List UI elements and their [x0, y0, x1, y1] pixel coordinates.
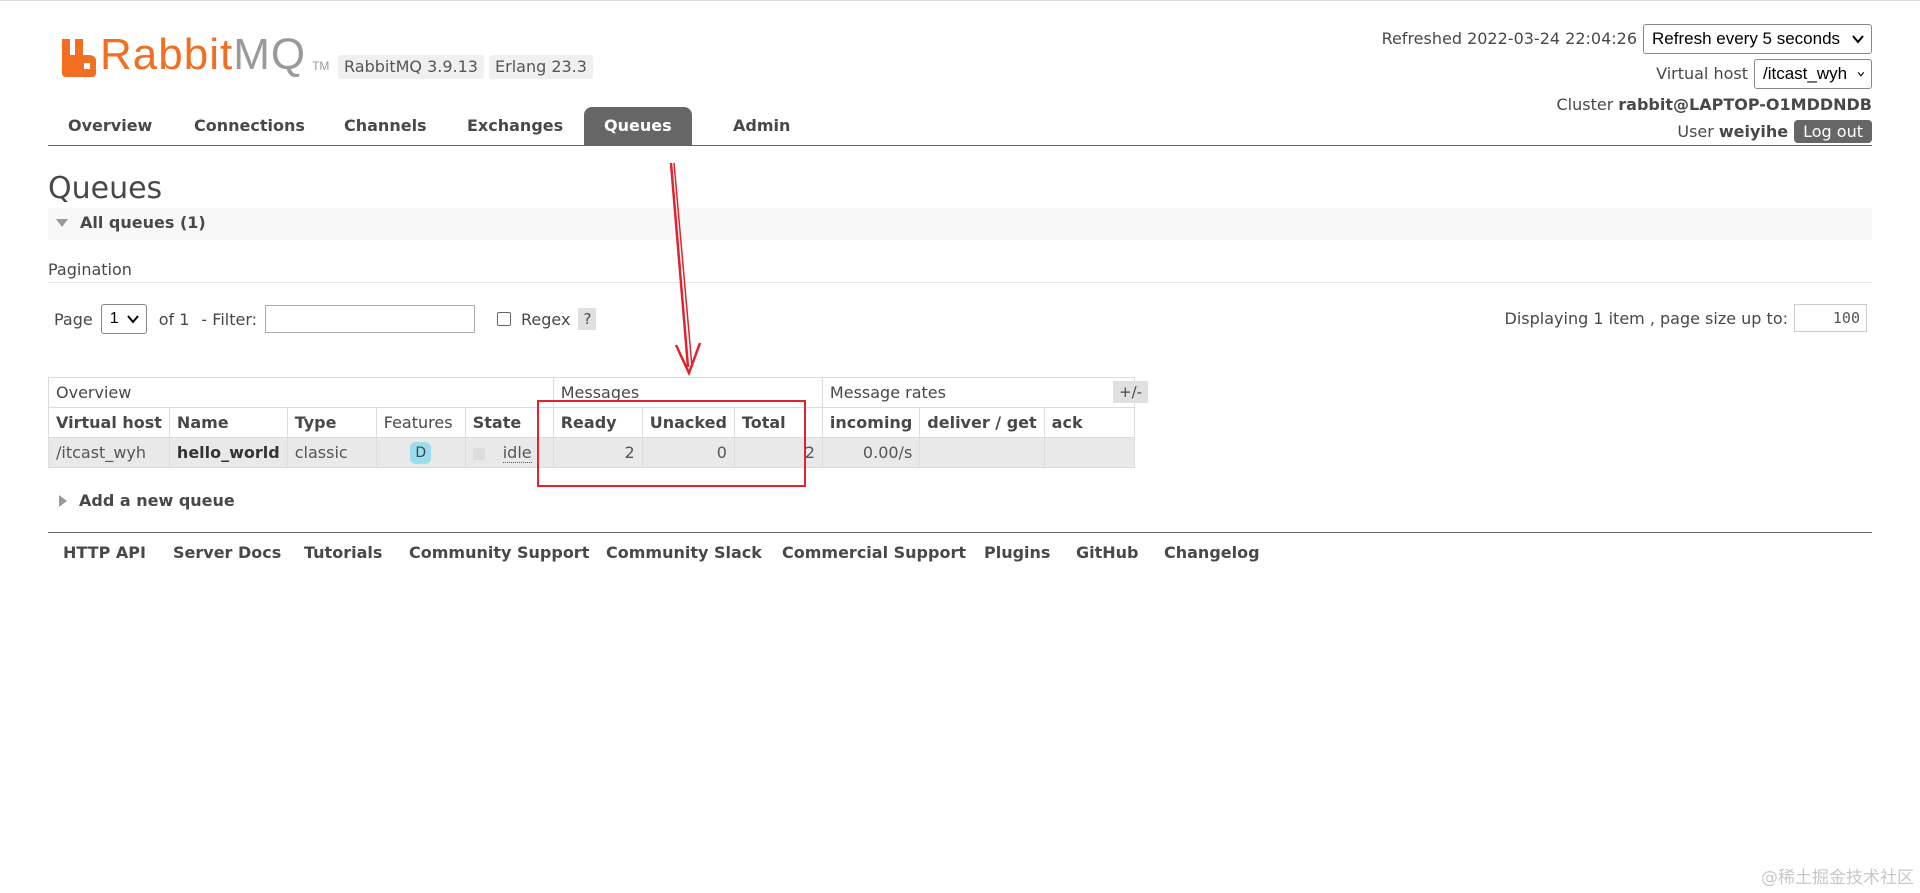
- cell-incoming: 0.00/s: [821, 437, 921, 468]
- col-name[interactable]: Name: [168, 407, 288, 438]
- cell-features: D: [375, 437, 466, 468]
- tab-channels[interactable]: Channels: [324, 107, 447, 145]
- footer-link-github[interactable]: GitHub: [1076, 543, 1139, 562]
- cell-deliver-get: [919, 437, 1045, 468]
- refresh-interval-select[interactable]: Refresh every 5 seconds: [1643, 23, 1872, 54]
- add-queue-toggle[interactable]: Add a new queue: [59, 491, 235, 510]
- footer-link-server-docs[interactable]: Server Docs: [173, 543, 281, 562]
- main-nav: Overview Connections Channels Exchanges …: [48, 107, 1872, 146]
- table-column-header: Virtual host Name Type Features State Re…: [48, 407, 1135, 438]
- columns-toggle-button[interactable]: +/-: [1113, 381, 1149, 403]
- group-messages: Messages: [552, 377, 823, 408]
- col-virtual-host[interactable]: Virtual host: [48, 407, 170, 438]
- tab-admin[interactable]: Admin: [713, 107, 810, 145]
- rabbit-logo-icon: [62, 39, 96, 77]
- queue-name-link[interactable]: hello_world: [168, 437, 288, 468]
- tab-connections[interactable]: Connections: [174, 107, 325, 145]
- annotation-arrow-head: [674, 342, 702, 377]
- chevron-down-icon: [126, 315, 139, 324]
- virtual-host-label: Virtual host: [1656, 64, 1748, 83]
- pager: Page 1 of 1 - Filter: Regex ?: [54, 304, 597, 334]
- footer-link-http-api[interactable]: HTTP API: [63, 543, 146, 562]
- chevron-down-icon: [1857, 71, 1865, 77]
- regex-label: Regex: [521, 309, 571, 329]
- footer-link-tutorials[interactable]: Tutorials: [304, 543, 382, 562]
- refreshed-timestamp: Refreshed 2022-03-24 22:04:26: [1381, 29, 1637, 48]
- col-incoming[interactable]: incoming: [821, 407, 921, 438]
- col-ack[interactable]: ack: [1043, 407, 1135, 438]
- footer-link-community-slack[interactable]: Community Slack: [606, 543, 762, 562]
- cell-ready: 2: [552, 437, 643, 468]
- all-queues-toggle[interactable]: All queues (1): [56, 213, 206, 232]
- cell-ack: [1043, 437, 1135, 468]
- tab-exchanges[interactable]: Exchanges: [447, 107, 583, 145]
- page-size-input[interactable]: 100: [1794, 304, 1867, 332]
- table-row[interactable]: /itcast_wyh hello_world classic D idle 2…: [48, 437, 1135, 468]
- state-indicator-icon: [472, 447, 485, 460]
- virtual-host-value: /itcast_wyh: [1763, 63, 1848, 83]
- cell-vhost: /itcast_wyh: [48, 437, 170, 468]
- erlang-version-badge: Erlang 23.3: [489, 55, 593, 79]
- cell-state: idle: [464, 437, 554, 468]
- page-label: Page: [54, 309, 93, 329]
- rabbitmq-version-badge: RabbitMQ 3.9.13: [338, 55, 484, 79]
- footer-link-changelog[interactable]: Changelog: [1164, 543, 1260, 562]
- logo-text: RabbitMQ: [100, 30, 307, 79]
- triangle-down-icon: [56, 218, 68, 227]
- footer-link-plugins[interactable]: Plugins: [984, 543, 1050, 562]
- footer-link-community-support[interactable]: Community Support: [409, 543, 589, 562]
- page-count-label: of 1: [158, 309, 190, 329]
- display-info: Displaying 1 item , page size up to: 100: [1505, 304, 1867, 332]
- page-select[interactable]: 1: [100, 304, 147, 334]
- annotation-arrow-shaft-2: [673, 162, 693, 368]
- queues-table: Overview Messages Message rates Virtual …: [48, 377, 1135, 468]
- divider: [48, 282, 1872, 283]
- page-select-value: 1: [109, 310, 119, 327]
- col-unacked[interactable]: Unacked: [641, 407, 735, 438]
- page-title: Queues: [48, 171, 163, 206]
- cell-total: 2: [733, 437, 823, 468]
- filter-input[interactable]: [265, 305, 476, 333]
- col-state[interactable]: State: [464, 407, 554, 438]
- watermark: @稀土掘金技术社区: [1761, 868, 1914, 888]
- triangle-right-icon: [59, 494, 67, 507]
- tab-overview[interactable]: Overview: [48, 107, 172, 145]
- pagination-label: Pagination: [48, 260, 132, 279]
- col-type[interactable]: Type: [286, 407, 377, 438]
- group-overview: Overview: [48, 377, 554, 408]
- table-group-header: Overview Messages Message rates: [48, 377, 1135, 408]
- col-ready[interactable]: Ready: [552, 407, 643, 438]
- all-queues-label: All queues (1): [80, 213, 206, 232]
- section-bar: [48, 208, 1872, 240]
- refresh-interval-value: Refresh every 5 seconds: [1652, 28, 1841, 48]
- tab-queues[interactable]: Queues: [584, 107, 692, 145]
- virtual-host-select[interactable]: /itcast_wyh: [1754, 58, 1872, 89]
- col-features: Features: [375, 407, 466, 438]
- state-text: idle: [502, 443, 532, 463]
- chevron-down-icon: [1852, 34, 1864, 44]
- durable-badge: D: [410, 441, 432, 464]
- col-deliver-get[interactable]: deliver / get: [919, 407, 1045, 438]
- logo-trademark: TM: [312, 59, 330, 73]
- help-button[interactable]: ?: [578, 308, 597, 330]
- footer-link-commercial-support[interactable]: Commercial Support: [782, 543, 966, 562]
- rabbitmq-logo[interactable]: RabbitMQ TM: [62, 33, 329, 77]
- annotation-arrow-shaft: [669, 162, 690, 368]
- group-message-rates: Message rates: [821, 377, 1135, 408]
- filter-label: - Filter:: [201, 309, 258, 329]
- footer: HTTP API Server Docs Tutorials Community…: [48, 532, 1872, 577]
- add-queue-label: Add a new queue: [79, 491, 235, 510]
- cell-type: classic: [286, 437, 377, 468]
- col-total[interactable]: Total: [733, 407, 823, 438]
- display-info-text: Displaying 1 item , page size up to:: [1504, 308, 1788, 328]
- regex-checkbox[interactable]: [497, 312, 512, 326]
- cell-unacked: 0: [641, 437, 735, 468]
